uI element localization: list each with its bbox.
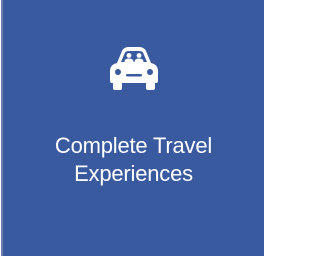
tile-title: Complete Travel Experiences xyxy=(14,132,254,188)
tile-title-line-1: Complete Travel xyxy=(54,133,213,158)
car-with-passengers-icon xyxy=(104,40,164,94)
travel-experiences-tile[interactable]: Complete Travel Experiences xyxy=(1,0,264,256)
tile-title-line-2: Experiences xyxy=(74,161,193,186)
